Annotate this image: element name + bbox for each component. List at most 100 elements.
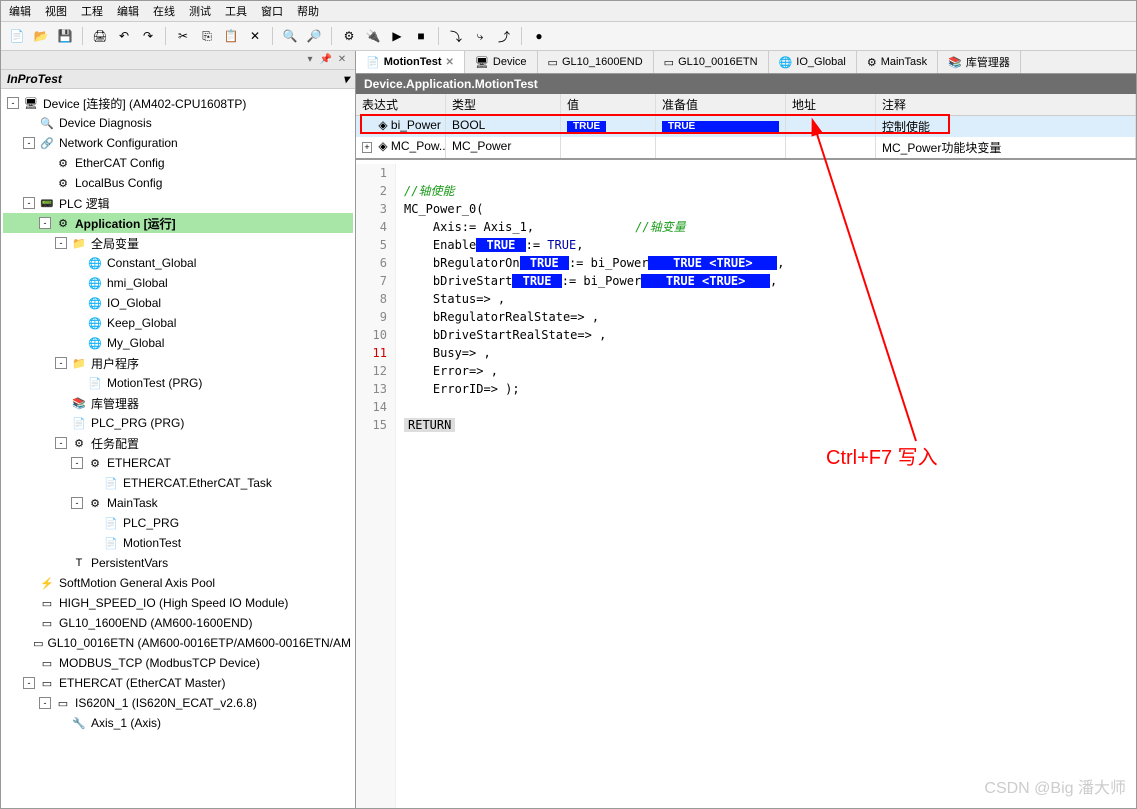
column-header[interactable]: 注释 [876,94,1136,115]
editor-tab[interactable]: ▭GL10_1600END [538,51,654,73]
prepared-value-cell[interactable] [656,137,786,158]
menu-item[interactable]: 帮助 [297,3,319,19]
code-line[interactable]: bDriveStartRealState=> , [404,326,785,344]
tree-item[interactable]: 📄PLC_PRG [3,513,353,533]
value-cell[interactable] [561,137,656,158]
menu-item[interactable]: 编辑 [9,3,31,19]
editor-tab[interactable]: 🌐IO_Global [769,51,857,73]
tool-open-icon[interactable]: 📂 [31,26,51,46]
expand-icon[interactable]: - [55,437,67,449]
expand-icon[interactable]: - [23,677,35,689]
code-line[interactable]: Axis:= Axis_1, //轴变量 [404,218,785,236]
editor-tab[interactable]: 🖥Device [465,51,538,73]
tree-item[interactable]: -📁用户程序 [3,353,353,373]
chevron-down-icon[interactable]: ▾ [343,72,349,86]
menu-item[interactable]: 窗口 [261,3,283,19]
tool-copy-icon[interactable]: ⎘ [197,26,217,46]
tree-item[interactable]: -▭IS620N_1 (IS620N_ECAT_v2.6.8) [3,693,353,713]
code-line[interactable]: bDriveStart TRUE := bi_Power TRUE <TRUE>… [404,272,785,290]
column-header[interactable]: 地址 [786,94,876,115]
code-line[interactable] [404,398,785,416]
tree-item[interactable]: 📚库管理器 [3,393,353,413]
tree-item[interactable]: 🌐Constant_Global [3,253,353,273]
tree-item[interactable]: -🔗Network Configuration [3,133,353,153]
menu-item[interactable]: 编辑 [117,3,139,19]
expand-icon[interactable]: - [71,497,83,509]
tree-item[interactable]: -▭ETHERCAT (EtherCAT Master) [3,673,353,693]
tool-step-into-icon[interactable]: ⤷ [470,26,490,46]
tool-build-icon[interactable]: ⚙ [339,26,359,46]
menu-item[interactable]: 工程 [81,3,103,19]
tree-item[interactable]: -⚙ETHERCAT [3,453,353,473]
tree-item[interactable]: -🖥Device [连接的] (AM402-CPU1608TP) [3,93,353,113]
tree-item[interactable]: 🌐My_Global [3,333,353,353]
tool-find-icon[interactable]: 🔍 [280,26,300,46]
tool-undo-icon[interactable]: ↶ [114,26,134,46]
editor-tab[interactable]: ⚙MainTask [857,51,938,73]
code-line[interactable]: RETURN [404,416,785,434]
tool-breakpoint-icon[interactable]: ● [529,26,549,46]
close-icon[interactable]: ✕ [446,57,454,68]
tree-item[interactable]: -⚙Application [运行] [3,213,353,233]
tree-item[interactable]: TPersistentVars [3,553,353,573]
tree-item[interactable]: 📄ETHERCAT.EtherCAT_Task [3,473,353,493]
tree-item[interactable]: 📄MotionTest [3,533,353,553]
tree-item[interactable]: ⚙LocalBus Config [3,173,353,193]
tree-item[interactable]: 🔍Device Diagnosis [3,113,353,133]
tool-delete-icon[interactable]: ✕ [245,26,265,46]
tree-item[interactable]: 🌐hmi_Global [3,273,353,293]
tree-item[interactable]: ▭MODBUS_TCP (ModbusTCP Device) [3,653,353,673]
code-line[interactable]: Status=> , [404,290,785,308]
tree-item[interactable]: 📄PLC_PRG (PRG) [3,413,353,433]
column-header[interactable]: 准备值 [656,94,786,115]
code-line[interactable]: Enable TRUE := TRUE, [404,236,785,254]
code-line[interactable]: bRegulatorOn TRUE := bi_Power TRUE <TRUE… [404,254,785,272]
code-line[interactable]: MC_Power_0( [404,200,785,218]
menu-item[interactable]: 测试 [189,3,211,19]
code-line[interactable]: //轴使能 [404,182,785,200]
menu-item[interactable]: 在线 [153,3,175,19]
close-icon[interactable]: ✕ [335,53,349,67]
editor-tab[interactable]: ▭GL10_0016ETN [654,51,769,73]
tree-item[interactable]: 🔧Axis_1 (Axis) [3,713,353,733]
tool-step-out-icon[interactable]: ⤴ [494,26,514,46]
tree-item[interactable]: -📁全局变量 [3,233,353,253]
tree-item[interactable]: ⚡SoftMotion General Axis Pool [3,573,353,593]
expand-icon[interactable]: - [7,97,19,109]
tool-run-icon[interactable]: ▶ [387,26,407,46]
pin-icon[interactable]: 📌 [319,53,333,67]
tool-new-icon[interactable]: 📄 [7,26,27,46]
expand-icon[interactable]: - [39,217,51,229]
tree-item[interactable]: 🌐IO_Global [3,293,353,313]
menu-item[interactable]: 工具 [225,3,247,19]
code-editor[interactable]: 123456789101112131415 //轴使能MC_Power_0( A… [356,160,1136,808]
tree-item[interactable]: -⚙MainTask [3,493,353,513]
editor-tab[interactable]: 📚库管理器 [938,51,1021,73]
menu-item[interactable]: 视图 [45,3,67,19]
tree-item[interactable]: 🌐Keep_Global [3,313,353,333]
tool-findnext-icon[interactable]: 🔎 [304,26,324,46]
code-line[interactable]: Busy=> , [404,344,785,362]
tree-item[interactable]: ⚙EtherCAT Config [3,153,353,173]
tool-step-over-icon[interactable]: ⤵ [446,26,466,46]
code-line[interactable]: bRegulatorRealState=> , [404,308,785,326]
watch-row[interactable]: + ◈ MC_Pow...MC_PowerMC_Power功能块变量 [356,137,1136,158]
tree-item[interactable]: ▭GL10_1600END (AM600-1600END) [3,613,353,633]
dropdown-icon[interactable]: ▾ [303,53,317,67]
column-header[interactable]: 表达式 [356,94,446,115]
tree-item[interactable]: ▭GL10_0016ETN (AM600-0016ETP/AM600-0016E… [3,633,353,653]
tree-item[interactable]: -⚙任务配置 [3,433,353,453]
watch-row[interactable]: ◈ bi_PowerBOOLTRUETRUE控制使能 [356,116,1136,137]
expand-icon[interactable]: - [23,137,35,149]
tool-print-icon[interactable]: 🖨 [90,26,110,46]
tool-stop-icon[interactable]: ■ [411,26,431,46]
tool-login-icon[interactable]: 🔌 [363,26,383,46]
expand-icon[interactable]: - [23,197,35,209]
column-header[interactable]: 类型 [446,94,561,115]
expand-icon[interactable]: - [55,237,67,249]
expand-icon[interactable]: - [55,357,67,369]
code-line[interactable]: Error=> , [404,362,785,380]
code-line[interactable]: ErrorID=> ); [404,380,785,398]
expand-icon[interactable]: - [39,697,51,709]
editor-tab[interactable]: 📄MotionTest✕ [356,51,465,74]
